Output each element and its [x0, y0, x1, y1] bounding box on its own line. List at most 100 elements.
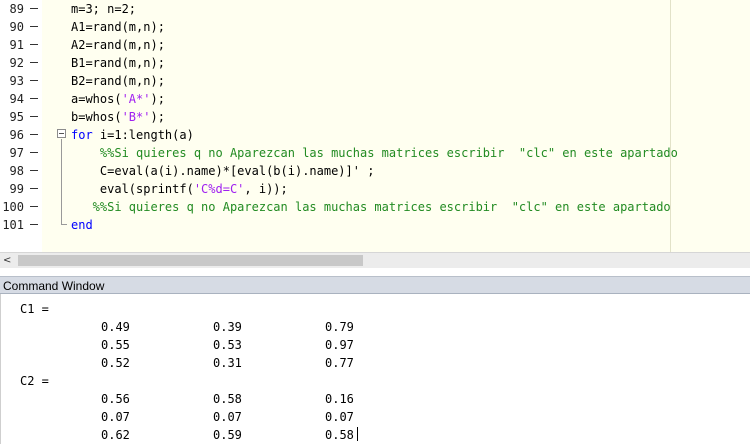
editor-horizontal-scrollbar[interactable]: <: [0, 252, 750, 268]
matrix-value: 0.31: [213, 356, 242, 370]
code-token: for: [71, 128, 93, 142]
breakpoint-marker[interactable]: [30, 26, 38, 27]
matrix-value: 0.16: [325, 392, 354, 406]
code-line[interactable]: 89 m=3; n=2;: [0, 0, 750, 18]
line-number: 99: [9, 182, 24, 196]
code-token: m=3; n=2;: [71, 2, 137, 16]
breakpoint-marker[interactable]: [30, 152, 38, 153]
code-token: end: [71, 218, 93, 232]
code-token: b=whos(: [71, 110, 122, 124]
code-line[interactable]: 93 B2=rand(m,n);: [0, 72, 750, 90]
breakpoint-marker[interactable]: [30, 134, 38, 135]
code-text: %%Si quieres q no Aparezcan las muchas m…: [71, 144, 678, 162]
matrix-value: 0.62: [101, 428, 130, 442]
command-window-header[interactable]: Command Window: [0, 276, 750, 294]
text-cursor: [357, 427, 358, 441]
code-token: a=whos(: [71, 92, 122, 106]
matrix-value: 0.59: [213, 428, 242, 442]
matrix-value: 0.77: [325, 356, 354, 370]
code-text: B1=rand(m,n);: [71, 54, 165, 72]
code-token: 'A*': [121, 92, 151, 106]
matrix-value: 0.97: [325, 338, 354, 352]
matrix-value: 0.79: [325, 320, 354, 334]
matrix-value: 0.07: [213, 410, 242, 424]
code-token: B1=rand(m,n);: [71, 56, 165, 70]
line-number: 101: [2, 218, 24, 232]
matrix-value: 0.55: [101, 338, 130, 352]
scroll-left-arrow-icon[interactable]: <: [3, 253, 15, 268]
breakpoint-marker[interactable]: [30, 116, 38, 117]
fold-guide-line: [61, 139, 62, 224]
code-line[interactable]: 92 B1=rand(m,n);: [0, 54, 750, 72]
matrix-value: 0.52: [101, 356, 130, 370]
code-token: A2=rand(m,n);: [71, 38, 165, 52]
line-number: 100: [2, 200, 24, 214]
code-token: );: [150, 92, 165, 106]
code-text: A2=rand(m,n);: [71, 36, 165, 54]
breakpoint-marker[interactable]: [30, 44, 38, 45]
code-text: b=whos('B*');: [71, 108, 165, 126]
line-number: 98: [9, 164, 24, 178]
breakpoint-marker[interactable]: [30, 8, 38, 9]
code-line[interactable]: 94 a=whos('A*');: [0, 90, 750, 108]
matrix-value: 0.53: [213, 338, 242, 352]
output-variable-label: C2 =: [20, 374, 49, 388]
code-line[interactable]: 97 %%Si quieres q no Aparezcan las mucha…: [0, 144, 750, 162]
matrix-value: 0.49: [101, 320, 130, 334]
breakpoint-marker[interactable]: [30, 62, 38, 63]
code-text: B2=rand(m,n);: [71, 72, 165, 90]
code-line[interactable]: 99 eval(sprintf('C%d=C', i));: [0, 180, 750, 198]
code-line[interactable]: 101 end: [0, 216, 750, 234]
breakpoint-marker[interactable]: [30, 98, 38, 99]
code-text: end: [71, 216, 93, 234]
code-token: eval(sprintf(: [71, 182, 194, 196]
line-number: 94: [9, 92, 24, 106]
matrix-value: 0.07: [325, 410, 354, 424]
code-text: for i=1:length(a): [71, 126, 194, 144]
output-variable-label: C1 =: [20, 302, 49, 316]
code-line[interactable]: 100 %%Si quieres q no Aparezcan las much…: [0, 198, 750, 216]
line-number: 92: [9, 56, 24, 70]
line-number: 90: [9, 20, 24, 34]
code-token: A1=rand(m,n);: [71, 20, 165, 34]
matrix-value: 0.56: [101, 392, 130, 406]
command-window-title: Command Window: [3, 279, 105, 293]
line-number: 91: [9, 38, 24, 52]
code-text: m=3; n=2;: [71, 0, 136, 18]
code-line[interactable]: 95 b=whos('B*');: [0, 108, 750, 126]
line-number: 96: [9, 128, 24, 142]
code-line[interactable]: 96 for i=1:length(a): [0, 126, 750, 144]
breakpoint-marker[interactable]: [30, 224, 38, 225]
code-token: B2=rand(m,n);: [71, 74, 165, 88]
code-token: );: [150, 110, 165, 124]
code-token: 'B*': [121, 110, 151, 124]
code-text: A1=rand(m,n);: [71, 18, 165, 36]
line-number: 97: [9, 146, 24, 160]
code-text: %%Si quieres q no Aparezcan las muchas m…: [71, 198, 671, 216]
code-text: C=eval(a(i).name)*[eval(b(i).name)]' ;: [71, 162, 375, 180]
code-text: a=whos('A*');: [71, 90, 165, 108]
code-token: i=1:length(a): [92, 128, 194, 142]
code-token: , i));: [244, 182, 288, 196]
scrollbar-thumb[interactable]: [18, 255, 363, 266]
matrix-value: 0.07: [101, 410, 130, 424]
code-token: C=eval(a(i).name)*[eval(b(i).name)]' ;: [71, 164, 375, 178]
command-window-output[interactable]: C1 = 0.49 0.39 0.79 0.55 0.53 0.97 0.52 0.31 0.77…: [0, 294, 750, 444]
line-number: 89: [9, 2, 24, 16]
code-line[interactable]: 98 C=eval(a(i).name)*[eval(b(i).name)]' …: [0, 162, 750, 180]
code-line[interactable]: 90 A1=rand(m,n);: [0, 18, 750, 36]
breakpoint-marker[interactable]: [30, 170, 38, 171]
line-number: 93: [9, 74, 24, 88]
line-number: 95: [9, 110, 24, 124]
code-text: eval(sprintf('C%d=C', i));: [71, 180, 288, 198]
code-token: %%Si quieres q no Aparezcan las muchas m…: [71, 200, 671, 214]
code-editor[interactable]: 89 m=3; n=2; 90 A1=rand(m,n); 91 A2=rand(m,n)…: [0, 0, 750, 252]
matrix-value: 0.58: [325, 428, 354, 442]
fold-collapse-icon[interactable]: [57, 129, 66, 138]
breakpoint-marker[interactable]: [30, 188, 38, 189]
breakpoint-marker[interactable]: [30, 80, 38, 81]
breakpoint-marker[interactable]: [30, 206, 38, 207]
code-token: 'C%d=C': [193, 182, 245, 196]
fold-guide-end: [61, 224, 67, 225]
code-line[interactable]: 91 A2=rand(m,n);: [0, 36, 750, 54]
